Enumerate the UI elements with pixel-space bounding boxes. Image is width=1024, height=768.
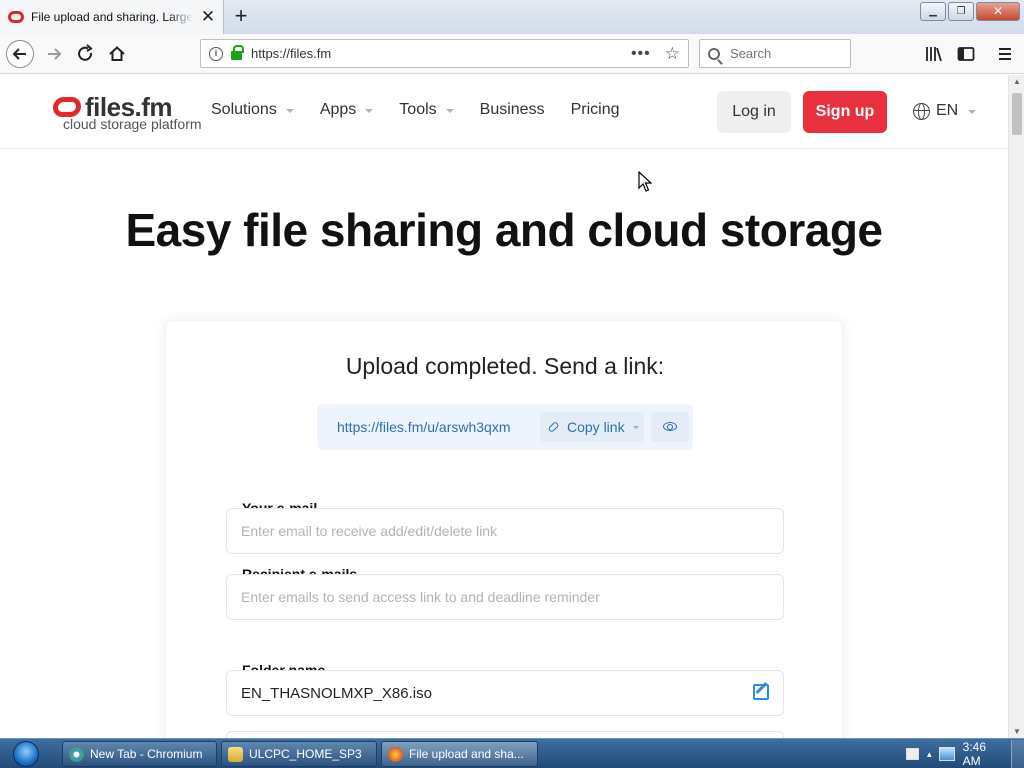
next-field[interactable] [226, 731, 784, 738]
recipient-emails-input[interactable] [241, 575, 741, 619]
taskbar-item-chromium[interactable]: New Tab - Chromium [62, 741, 217, 767]
library-icon[interactable] [922, 42, 946, 66]
network-icon[interactable] [939, 747, 955, 761]
chevron-down-icon [365, 109, 374, 113]
copy-link-button[interactable]: Copy link [540, 412, 644, 442]
close-tab-icon[interactable]: ✕ [199, 7, 217, 27]
page-actions-icon[interactable]: ••• [631, 45, 651, 63]
reload-icon [78, 44, 93, 61]
info-icon[interactable]: i [209, 46, 223, 61]
folder-icon [228, 746, 243, 762]
main-menu: Solutions Apps Tools Business Pricing [211, 101, 645, 119]
start-button[interactable] [4, 740, 48, 768]
search-box[interactable] [699, 39, 851, 68]
firefox-icon [388, 746, 403, 762]
sidebar-icon[interactable] [954, 42, 978, 66]
close-window-button[interactable]: ✕ [976, 2, 1020, 21]
recipient-emails-field [226, 574, 784, 620]
scroll-down-icon[interactable]: ▼ [1013, 727, 1021, 736]
keyboard-icon[interactable] [906, 748, 920, 760]
folder-name-field [226, 670, 784, 716]
minimize-button[interactable]: ▁ [920, 2, 946, 21]
url-text[interactable]: https://files.fm [251, 46, 631, 61]
web-page: files.fm cloud storage platform Solution… [0, 75, 1008, 738]
clock[interactable]: 3:46 AM [963, 740, 1005, 768]
browser-tab[interactable]: File upload and sharing. Large file tran… [0, 0, 224, 34]
browser-toolbar: i https://files.fm ••• ☆ [0, 34, 1024, 74]
login-button[interactable]: Log in [717, 91, 791, 133]
address-bar[interactable]: i https://files.fm ••• ☆ [200, 39, 689, 68]
lock-icon[interactable] [231, 45, 244, 60]
files-fm-logo-icon [53, 97, 81, 117]
windows-logo-icon [13, 741, 39, 767]
bookmark-star-icon[interactable]: ☆ [665, 44, 680, 64]
chevron-down-icon [632, 425, 639, 429]
window-controls: ▁ ❐ ✕ [920, 0, 1024, 21]
forward-arrow-icon [48, 48, 62, 60]
your-email-input[interactable] [241, 509, 741, 553]
logo-tagline: cloud storage platform [63, 116, 202, 132]
menu-item-business[interactable]: Business [480, 101, 545, 119]
search-icon [708, 47, 720, 60]
reload-button[interactable] [70, 39, 100, 69]
copy-link-label: Copy link [567, 419, 625, 435]
your-email-field [226, 508, 784, 554]
globe-icon [913, 102, 930, 120]
scroll-up-icon[interactable]: ▲ [1013, 77, 1021, 86]
files-fm-logo[interactable]: files.fm cloud storage platform [52, 92, 202, 134]
menu-label: Tools [399, 101, 437, 118]
menu-label: Solutions [211, 101, 277, 118]
menu-label: Business [479, 101, 545, 118]
hamburger-menu-icon[interactable] [993, 42, 1017, 66]
system-tray: ▲ 3:46 AM [900, 740, 1024, 768]
menu-item-pricing[interactable]: Pricing [571, 101, 620, 119]
browser-tabstrip: File upload and sharing. Large file tran… [0, 0, 1024, 34]
menu-label: Apps [319, 101, 357, 118]
link-icon [547, 420, 560, 434]
home-button[interactable] [102, 39, 132, 69]
share-link[interactable]: https://files.fm/u/arswh3qxm [337, 419, 511, 435]
menu-item-solutions[interactable]: Solutions [211, 101, 294, 119]
taskbar-item-label: File upload and sha... [409, 747, 524, 761]
upload-card: Upload completed. Send a link: https://f… [165, 320, 843, 738]
chevron-down-icon [445, 109, 454, 113]
signup-button[interactable]: Sign up [803, 91, 887, 133]
menu-item-tools[interactable]: Tools [399, 101, 454, 119]
upload-completed-title: Upload completed. Send a link: [345, 353, 665, 379]
show-desktop-button[interactable] [1010, 740, 1024, 768]
eye-icon [663, 422, 677, 431]
chromium-icon [69, 746, 84, 762]
back-arrow-icon [6, 40, 34, 68]
tray-arrow-icon[interactable]: ▲ [925, 750, 933, 759]
edit-icon[interactable] [753, 684, 769, 700]
files-fm-favicon-icon [8, 11, 24, 23]
page-scrollbar[interactable]: ▲ ▼ [1008, 75, 1024, 738]
taskbar-item-firefox[interactable]: File upload and sha... [381, 741, 538, 767]
chevron-down-icon [968, 110, 977, 114]
taskbar-item-label: New Tab - Chromium [90, 747, 203, 761]
preview-button[interactable] [651, 412, 689, 442]
folder-name-input[interactable] [241, 671, 741, 715]
tab-title: File upload and sharing. Large file tran… [31, 10, 193, 24]
language-label: EN [936, 102, 959, 119]
hero-title: Easy file sharing and cloud storage [125, 204, 883, 256]
back-button[interactable] [5, 39, 35, 69]
site-header: files.fm cloud storage platform Solution… [0, 75, 1008, 149]
taskbar-item-folder[interactable]: ULCPC_HOME_SP3 [221, 741, 377, 767]
home-icon [109, 46, 125, 61]
search-input[interactable] [730, 46, 840, 61]
menu-item-apps[interactable]: Apps [319, 101, 374, 119]
windows-taskbar: New Tab - Chromium ULCPC_HOME_SP3 File u… [0, 738, 1024, 768]
forward-button[interactable] [39, 39, 69, 69]
taskbar-item-label: ULCPC_HOME_SP3 [249, 747, 362, 761]
language-selector[interactable]: EN [913, 102, 977, 120]
menu-label: Pricing [570, 101, 620, 118]
restore-button[interactable]: ❐ [948, 2, 974, 21]
share-link-bar: https://files.fm/u/arswh3qxm Copy link [317, 404, 693, 450]
scrollbar-thumb[interactable] [1012, 93, 1022, 135]
new-tab-button[interactable]: + [230, 4, 252, 28]
chevron-down-icon [285, 109, 294, 113]
